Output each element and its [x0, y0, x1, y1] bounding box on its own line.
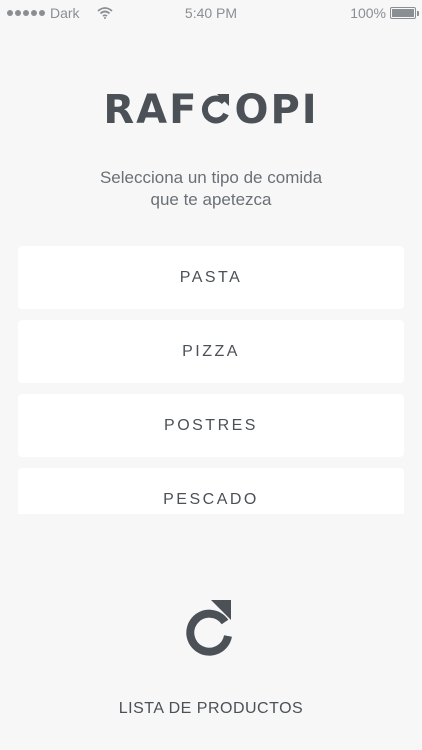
- instruction-text: Selecciona un tipo de comida que te apet…: [0, 167, 422, 211]
- food-type-pasta[interactable]: PASTA: [18, 246, 404, 309]
- food-type-postres[interactable]: POSTRES: [18, 394, 404, 457]
- status-bar: Dark 5:40 PM 100%: [0, 0, 422, 26]
- refresh-icon[interactable]: [181, 598, 241, 660]
- instruction-line-2: que te apetezca: [150, 190, 272, 209]
- status-right: 100%: [350, 5, 419, 21]
- food-type-pescado[interactable]: PESCADO: [18, 468, 404, 514]
- product-list-link[interactable]: LISTA DE PRODUCTOS: [0, 700, 422, 718]
- battery-icon: [390, 7, 419, 19]
- app-logo: RAF OPI: [0, 87, 422, 133]
- battery-percent: 100%: [350, 5, 386, 21]
- logo-text-left: RAF: [103, 87, 199, 133]
- logo-text-right: OPI: [234, 87, 319, 133]
- food-type-list[interactable]: PASTA PIZZA POSTRES PESCADO: [18, 246, 404, 514]
- refresh-arrow-o-icon: [202, 94, 230, 124]
- food-type-pizza[interactable]: PIZZA: [18, 320, 404, 383]
- instruction-line-1: Selecciona un tipo de comida: [99, 168, 323, 187]
